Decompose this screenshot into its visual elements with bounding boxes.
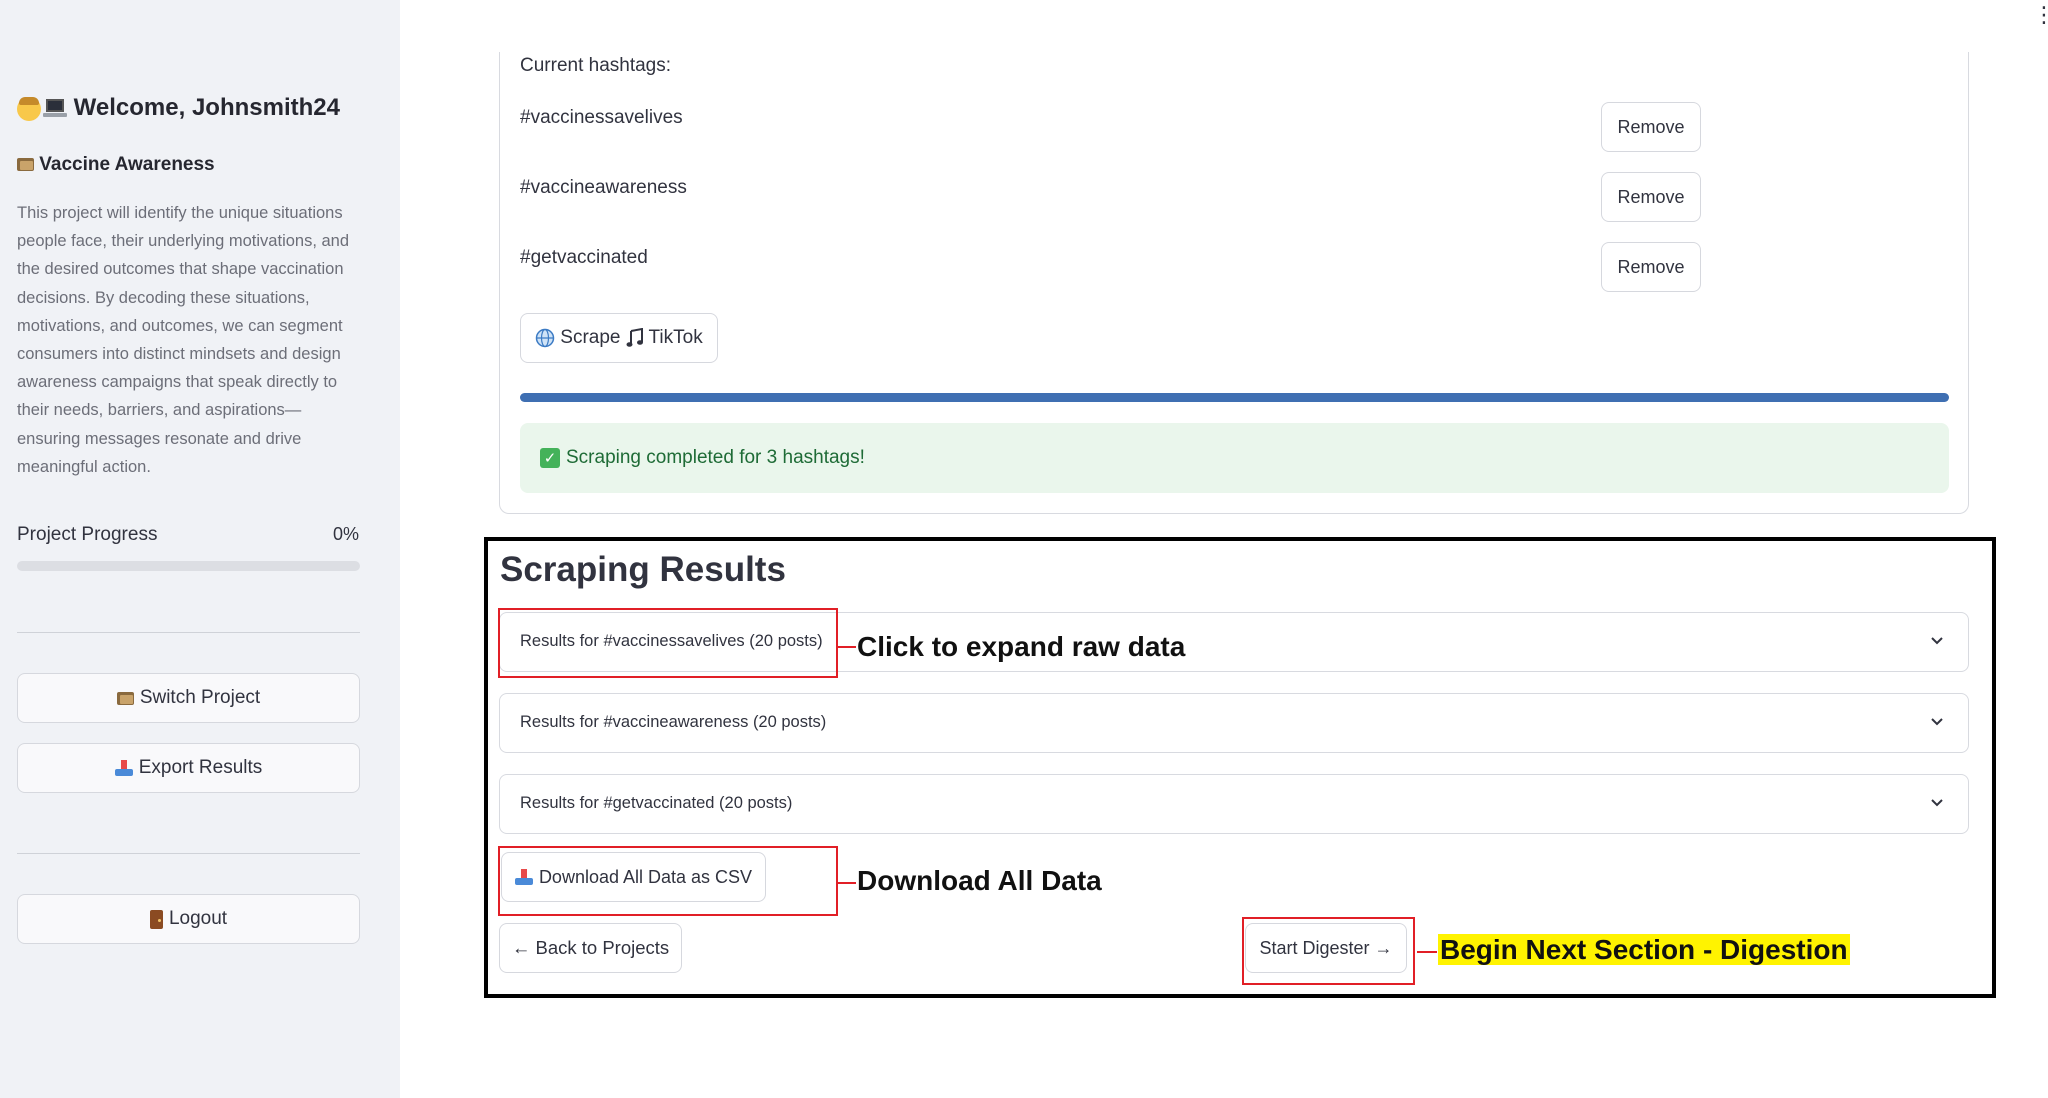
project-title: Vaccine Awareness bbox=[17, 154, 215, 176]
divider bbox=[17, 632, 360, 633]
progress-bar bbox=[17, 561, 360, 571]
switch-project-button[interactable]: Switch Project bbox=[17, 673, 360, 723]
annotation-next: Begin Next Section - Digestion bbox=[1438, 934, 1850, 966]
hashtag-item: #vaccineawareness bbox=[520, 177, 687, 198]
progress-percent: 0% bbox=[333, 524, 360, 544]
results-heading: Scraping Results bbox=[500, 550, 786, 589]
results-expander[interactable]: Results for #getvaccinated (20 posts) bbox=[499, 774, 1969, 834]
sidebar: Welcome, Johnsmith24 Vaccine Awareness T… bbox=[0, 0, 400, 1098]
results-expander[interactable]: Results for #vaccineawareness (20 posts) bbox=[499, 693, 1969, 753]
annotation-box bbox=[1242, 917, 1415, 985]
main-menu-icon[interactable]: ⋮ bbox=[2033, 4, 2048, 26]
folder-icon bbox=[116, 691, 134, 705]
chevron-down-icon bbox=[1931, 799, 1943, 807]
remove-hashtag-button[interactable]: Remove bbox=[1601, 242, 1701, 292]
export-results-label: Export Results bbox=[138, 757, 263, 778]
progress-label: Project Progress bbox=[17, 524, 158, 545]
annotation-box bbox=[498, 608, 838, 678]
export-results-button[interactable]: Export Results bbox=[17, 743, 360, 793]
scrape-label-text: TikTok bbox=[648, 327, 703, 348]
success-alert: ✓ Scraping completed for 3 hashtags! bbox=[520, 423, 1949, 493]
remove-hashtag-button[interactable]: Remove bbox=[1601, 102, 1701, 152]
check-mark-icon: ✓ bbox=[540, 448, 560, 468]
hashtag-item: #vaccinessavelives bbox=[520, 107, 683, 128]
switch-project-label: Switch Project bbox=[139, 687, 261, 708]
logout-label: Logout bbox=[168, 908, 228, 929]
music-note-icon bbox=[626, 328, 643, 347]
annotation-connector bbox=[1417, 951, 1437, 953]
remove-hashtag-button[interactable]: Remove bbox=[1601, 172, 1701, 222]
chevron-down-icon bbox=[1931, 718, 1943, 726]
current-hashtags-label: Current hashtags: bbox=[520, 55, 672, 76]
annotation-box bbox=[498, 846, 838, 916]
scrape-progress-bar bbox=[520, 393, 1949, 402]
annotation-connector bbox=[838, 882, 856, 884]
door-icon bbox=[149, 909, 163, 929]
logout-button[interactable]: Logout bbox=[17, 894, 360, 944]
welcome-text: Welcome, Johnsmith24 bbox=[73, 94, 340, 121]
expander-label: Results for #vaccineawareness (20 posts) bbox=[520, 713, 827, 731]
laptop-icon bbox=[43, 98, 67, 119]
expander-label: Results for #getvaccinated (20 posts) bbox=[520, 794, 793, 812]
chevron-down-icon bbox=[1931, 637, 1943, 645]
scrape-tiktok-button[interactable]: Scrape TikTok bbox=[520, 313, 718, 363]
welcome-heading: Welcome, Johnsmith24 bbox=[17, 94, 340, 122]
annotation-connector bbox=[838, 646, 856, 648]
project-description: This project will identify the unique si… bbox=[17, 204, 350, 476]
globe-icon bbox=[536, 328, 555, 348]
scrape-prefix-text: Scrape bbox=[560, 327, 621, 348]
annotation-next-text: Begin Next Section - Digestion bbox=[1438, 934, 1850, 965]
annotation-download: Download All Data bbox=[857, 865, 1102, 896]
project-title-text: Vaccine Awareness bbox=[39, 154, 215, 175]
hashtag-item: #getvaccinated bbox=[520, 247, 648, 268]
annotation-expand: Click to expand raw data bbox=[857, 631, 1186, 662]
annotation-frame bbox=[484, 537, 1996, 998]
divider bbox=[17, 853, 360, 854]
inbox-tray-icon bbox=[114, 760, 133, 776]
back-to-projects-button[interactable]: ← Back to Projects bbox=[499, 923, 682, 973]
success-message: Scraping completed for 3 hashtags! bbox=[566, 447, 865, 468]
folder-icon bbox=[17, 158, 34, 172]
face-icon bbox=[17, 96, 41, 121]
